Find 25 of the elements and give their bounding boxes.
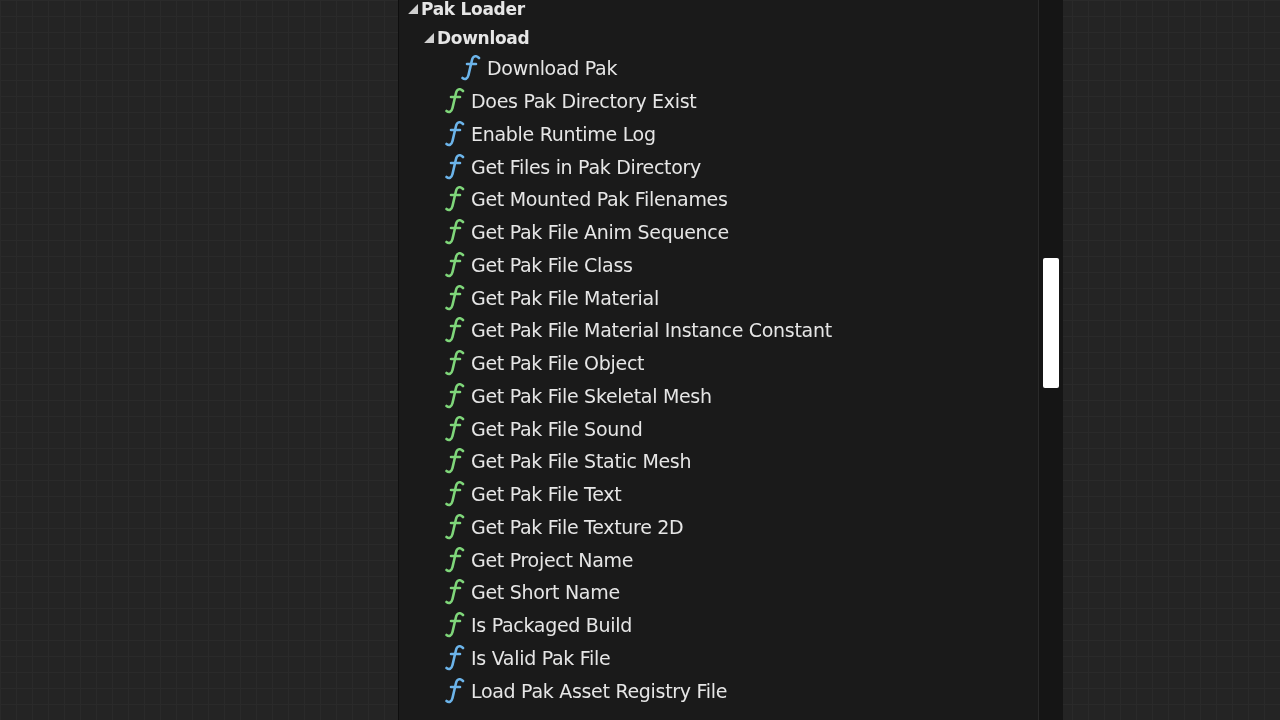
- function-item[interactable]: Get Pak File Material: [471, 286, 659, 309]
- function-item[interactable]: Load Pak Asset Registry File: [471, 679, 728, 702]
- category-label[interactable]: Download: [437, 27, 530, 48]
- function-item[interactable]: Get Mounted Pak Filenames: [471, 188, 728, 211]
- function-item[interactable]: Does Pak Directory Exist: [471, 90, 697, 113]
- scrollbar-thumb[interactable]: [1043, 258, 1059, 388]
- function-item[interactable]: Get Pak File Sound: [471, 417, 643, 440]
- function-item[interactable]: Get Pak File Object: [471, 352, 645, 375]
- function-item[interactable]: Is Packaged Build: [471, 614, 632, 637]
- function-item[interactable]: Get Project Name: [471, 548, 634, 571]
- function-item[interactable]: Get Pak File Material Instance Constant: [471, 319, 832, 342]
- function-item[interactable]: Get Pak File Skeletal Mesh: [471, 384, 712, 407]
- function-item[interactable]: Get Pak File Anim Sequence: [471, 221, 729, 244]
- function-item[interactable]: Get Pak File Text: [471, 483, 622, 506]
- function-item[interactable]: Get Pak File Static Mesh: [471, 450, 692, 473]
- function-item[interactable]: Get Short Name: [471, 581, 620, 604]
- function-item[interactable]: Download Pak: [487, 57, 618, 80]
- category-label[interactable]: Pak Loader: [421, 0, 525, 19]
- function-item[interactable]: Get Pak File Texture 2D: [471, 515, 684, 538]
- function-item[interactable]: Enable Runtime Log: [471, 122, 656, 145]
- expanded-arrow-icon[interactable]: [423, 32, 434, 43]
- expanded-arrow-icon[interactable]: [407, 3, 418, 14]
- function-item[interactable]: Is Valid Pak File: [471, 646, 611, 669]
- function-item[interactable]: Get Pak File Class: [471, 253, 633, 276]
- function-item[interactable]: Get Files in Pak Directory: [471, 155, 702, 178]
